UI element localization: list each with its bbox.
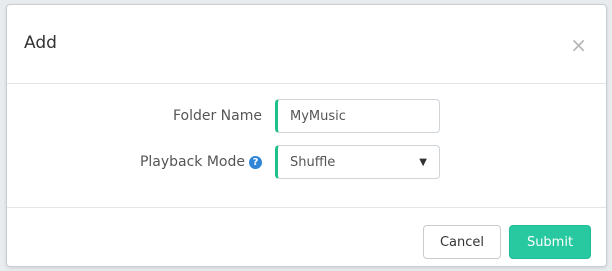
- playback-mode-label: Playback Mode: [139, 154, 245, 170]
- folder-name-input[interactable]: [275, 99, 440, 133]
- folder-name-label: Folder Name: [172, 108, 262, 124]
- close-icon[interactable]: ×: [570, 35, 587, 55]
- dialog-body: Folder Name Playback Mode ? Shuffle ▼: [7, 84, 606, 207]
- submit-button[interactable]: Submit: [509, 225, 591, 259]
- question-circle-icon[interactable]: ?: [249, 155, 262, 169]
- add-dialog: Add × Folder Name Playback Mode ? Shuffl…: [6, 4, 607, 267]
- chevron-down-icon: ▼: [419, 156, 427, 168]
- dialog-footer: Cancel Submit: [7, 207, 606, 268]
- playback-mode-label-group: Playback Mode ?: [140, 154, 262, 170]
- dialog-header: Add ×: [7, 5, 606, 84]
- playback-mode-value: Shuffle: [290, 154, 336, 170]
- playback-mode-select[interactable]: Shuffle ▼: [275, 145, 440, 179]
- cancel-button[interactable]: Cancel: [423, 225, 501, 259]
- dialog-title: Add: [24, 33, 57, 53]
